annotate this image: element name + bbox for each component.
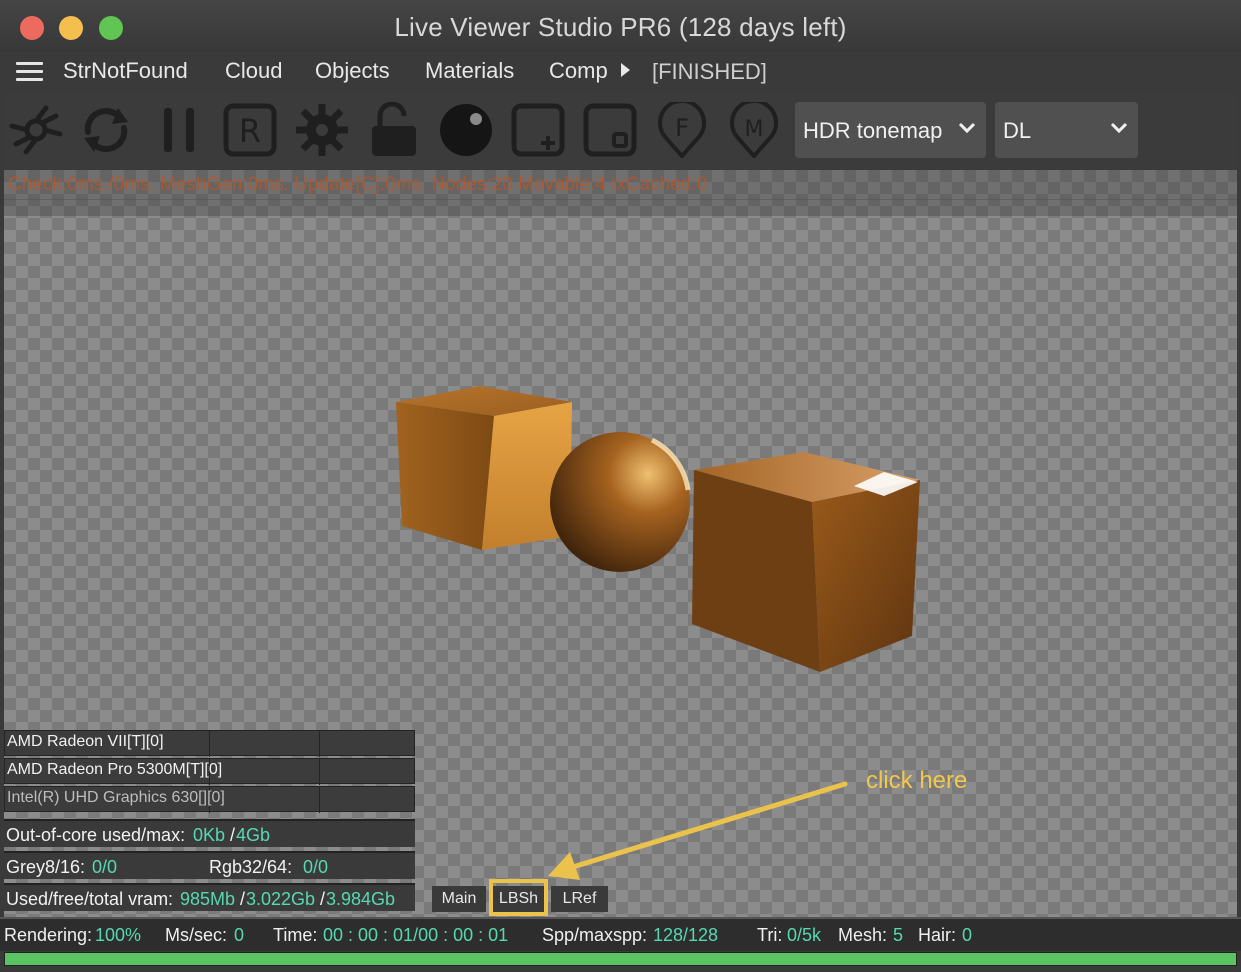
grey-label: Grey8/16: [6, 857, 86, 877]
render-progress-bar [4, 952, 1237, 966]
rendering-label: Rendering: [4, 925, 93, 945]
mesh-label: Mesh: [838, 925, 888, 945]
window-title: Live Viewer Studio PR6 (128 days left) [394, 12, 847, 42]
hamburger-menu-icon[interactable] [16, 62, 43, 82]
mssec-label: Ms/sec: [165, 925, 228, 945]
vram-total: 3.984Gb [326, 889, 396, 909]
tri-value: 0/5k [787, 925, 822, 945]
menu-overflow-arrow-icon[interactable] [621, 63, 630, 77]
add-box-icon[interactable] [510, 102, 566, 158]
rgb-label: Rgb32/64: [209, 857, 293, 877]
out-of-core-used: 0Kb [193, 825, 226, 845]
svg-text:R: R [239, 112, 261, 150]
window-bottom-edge [0, 966, 1241, 972]
toolbar: R F M HDR tonemap DL [4, 92, 1237, 170]
rendering-value: 100% [95, 925, 142, 945]
vram-used: 985Mb [180, 889, 236, 909]
time-value: 00 : 00 : 01/00 : 00 : 01 [323, 925, 509, 945]
sphere-icon[interactable] [438, 102, 494, 158]
unlock-icon[interactable] [366, 101, 422, 158]
out-of-core-label: Out-of-core used/max: [6, 825, 186, 845]
out-of-core-max: 4Gb [236, 825, 271, 845]
render-progress-fill [5, 953, 1236, 965]
device-row[interactable]: AMD Radeon Pro 5300M[T][0] [4, 758, 415, 785]
annotation-text: click here [866, 767, 968, 794]
menu-comp[interactable]: Comp [549, 58, 609, 84]
chevron-down-icon [1110, 122, 1128, 134]
status-bar: Rendering: 100% Ms/sec: 0 Time: 00 : 00 … [0, 917, 1241, 951]
tab-highlight-box [489, 879, 548, 916]
left-cube [396, 386, 572, 550]
pause-icon[interactable] [152, 102, 208, 158]
out-of-core-sep: / [230, 825, 236, 845]
tri-label: Tri: [757, 925, 783, 945]
hair-value: 0 [962, 925, 973, 945]
svg-text:M: M [745, 117, 764, 142]
mesh-value: 5 [893, 925, 904, 945]
grey-value: 0/0 [92, 857, 118, 877]
menu-cloud[interactable]: Cloud [225, 58, 282, 84]
texture-info: Grey8/16: 0/0 Rgb32/64: 0/0 [4, 851, 415, 879]
m-pin-icon[interactable]: M [726, 98, 782, 160]
vram-sep: / [320, 889, 326, 909]
device-row[interactable]: AMD Radeon VII[T][0] [4, 730, 415, 757]
device-name: AMD Radeon Pro 5300M[T][0] [7, 761, 223, 778]
rgb-value: 0/0 [303, 857, 329, 877]
hair-label: Hair: [918, 925, 957, 945]
aperture-icon[interactable] [8, 102, 64, 158]
refresh-icon[interactable] [78, 102, 134, 158]
tab-lref[interactable]: LRef [551, 886, 608, 912]
tonemap-select-value: HDR tonemap [803, 118, 943, 143]
tonemap-select[interactable]: HDR tonemap [795, 102, 986, 158]
spp-label: Spp/maxspp: [542, 925, 648, 945]
title-bar[interactable]: Live Viewer Studio PR6 (128 days left) [0, 0, 1241, 53]
menu-strnotfound[interactable]: StrNotFound [63, 58, 188, 84]
menu-objects[interactable]: Objects [315, 58, 390, 84]
device-name: Intel(R) UHD Graphics 630[][0] [7, 789, 225, 806]
sphere-object [550, 432, 691, 572]
menu-materials[interactable]: Materials [425, 58, 514, 84]
kernel-select-value: DL [1003, 118, 1032, 143]
kernel-select[interactable]: DL [995, 102, 1138, 158]
r-box-icon[interactable]: R [222, 102, 278, 158]
svg-text:F: F [675, 114, 689, 142]
right-cube [692, 452, 920, 672]
app-window: Live Viewer Studio PR6 (128 days left) S… [0, 0, 1241, 972]
region-box-icon[interactable] [582, 102, 638, 158]
out-of-core-info: Out-of-core used/max: 0Kb / 4Gb [4, 819, 415, 847]
gear-icon[interactable] [294, 102, 350, 158]
vram-info: Used/free/total vram: 985Mb / 3.022Gb / … [4, 883, 415, 911]
vram-sep: / [240, 889, 246, 909]
device-row[interactable]: Intel(R) UHD Graphics 630[][0] [4, 786, 415, 813]
mssec-value: 0 [234, 925, 245, 945]
tab-main[interactable]: Main [432, 886, 486, 912]
f-pin-icon[interactable]: F [654, 98, 710, 160]
vram-free: 3.022Gb [246, 889, 316, 909]
time-label: Time: [273, 925, 318, 945]
device-name: AMD Radeon VII[T][0] [7, 733, 164, 750]
vram-label: Used/free/total vram: [6, 889, 174, 909]
render-status-label: [FINISHED] [652, 59, 767, 84]
spp-value: 128/128 [653, 925, 719, 945]
chevron-down-icon [958, 122, 976, 134]
